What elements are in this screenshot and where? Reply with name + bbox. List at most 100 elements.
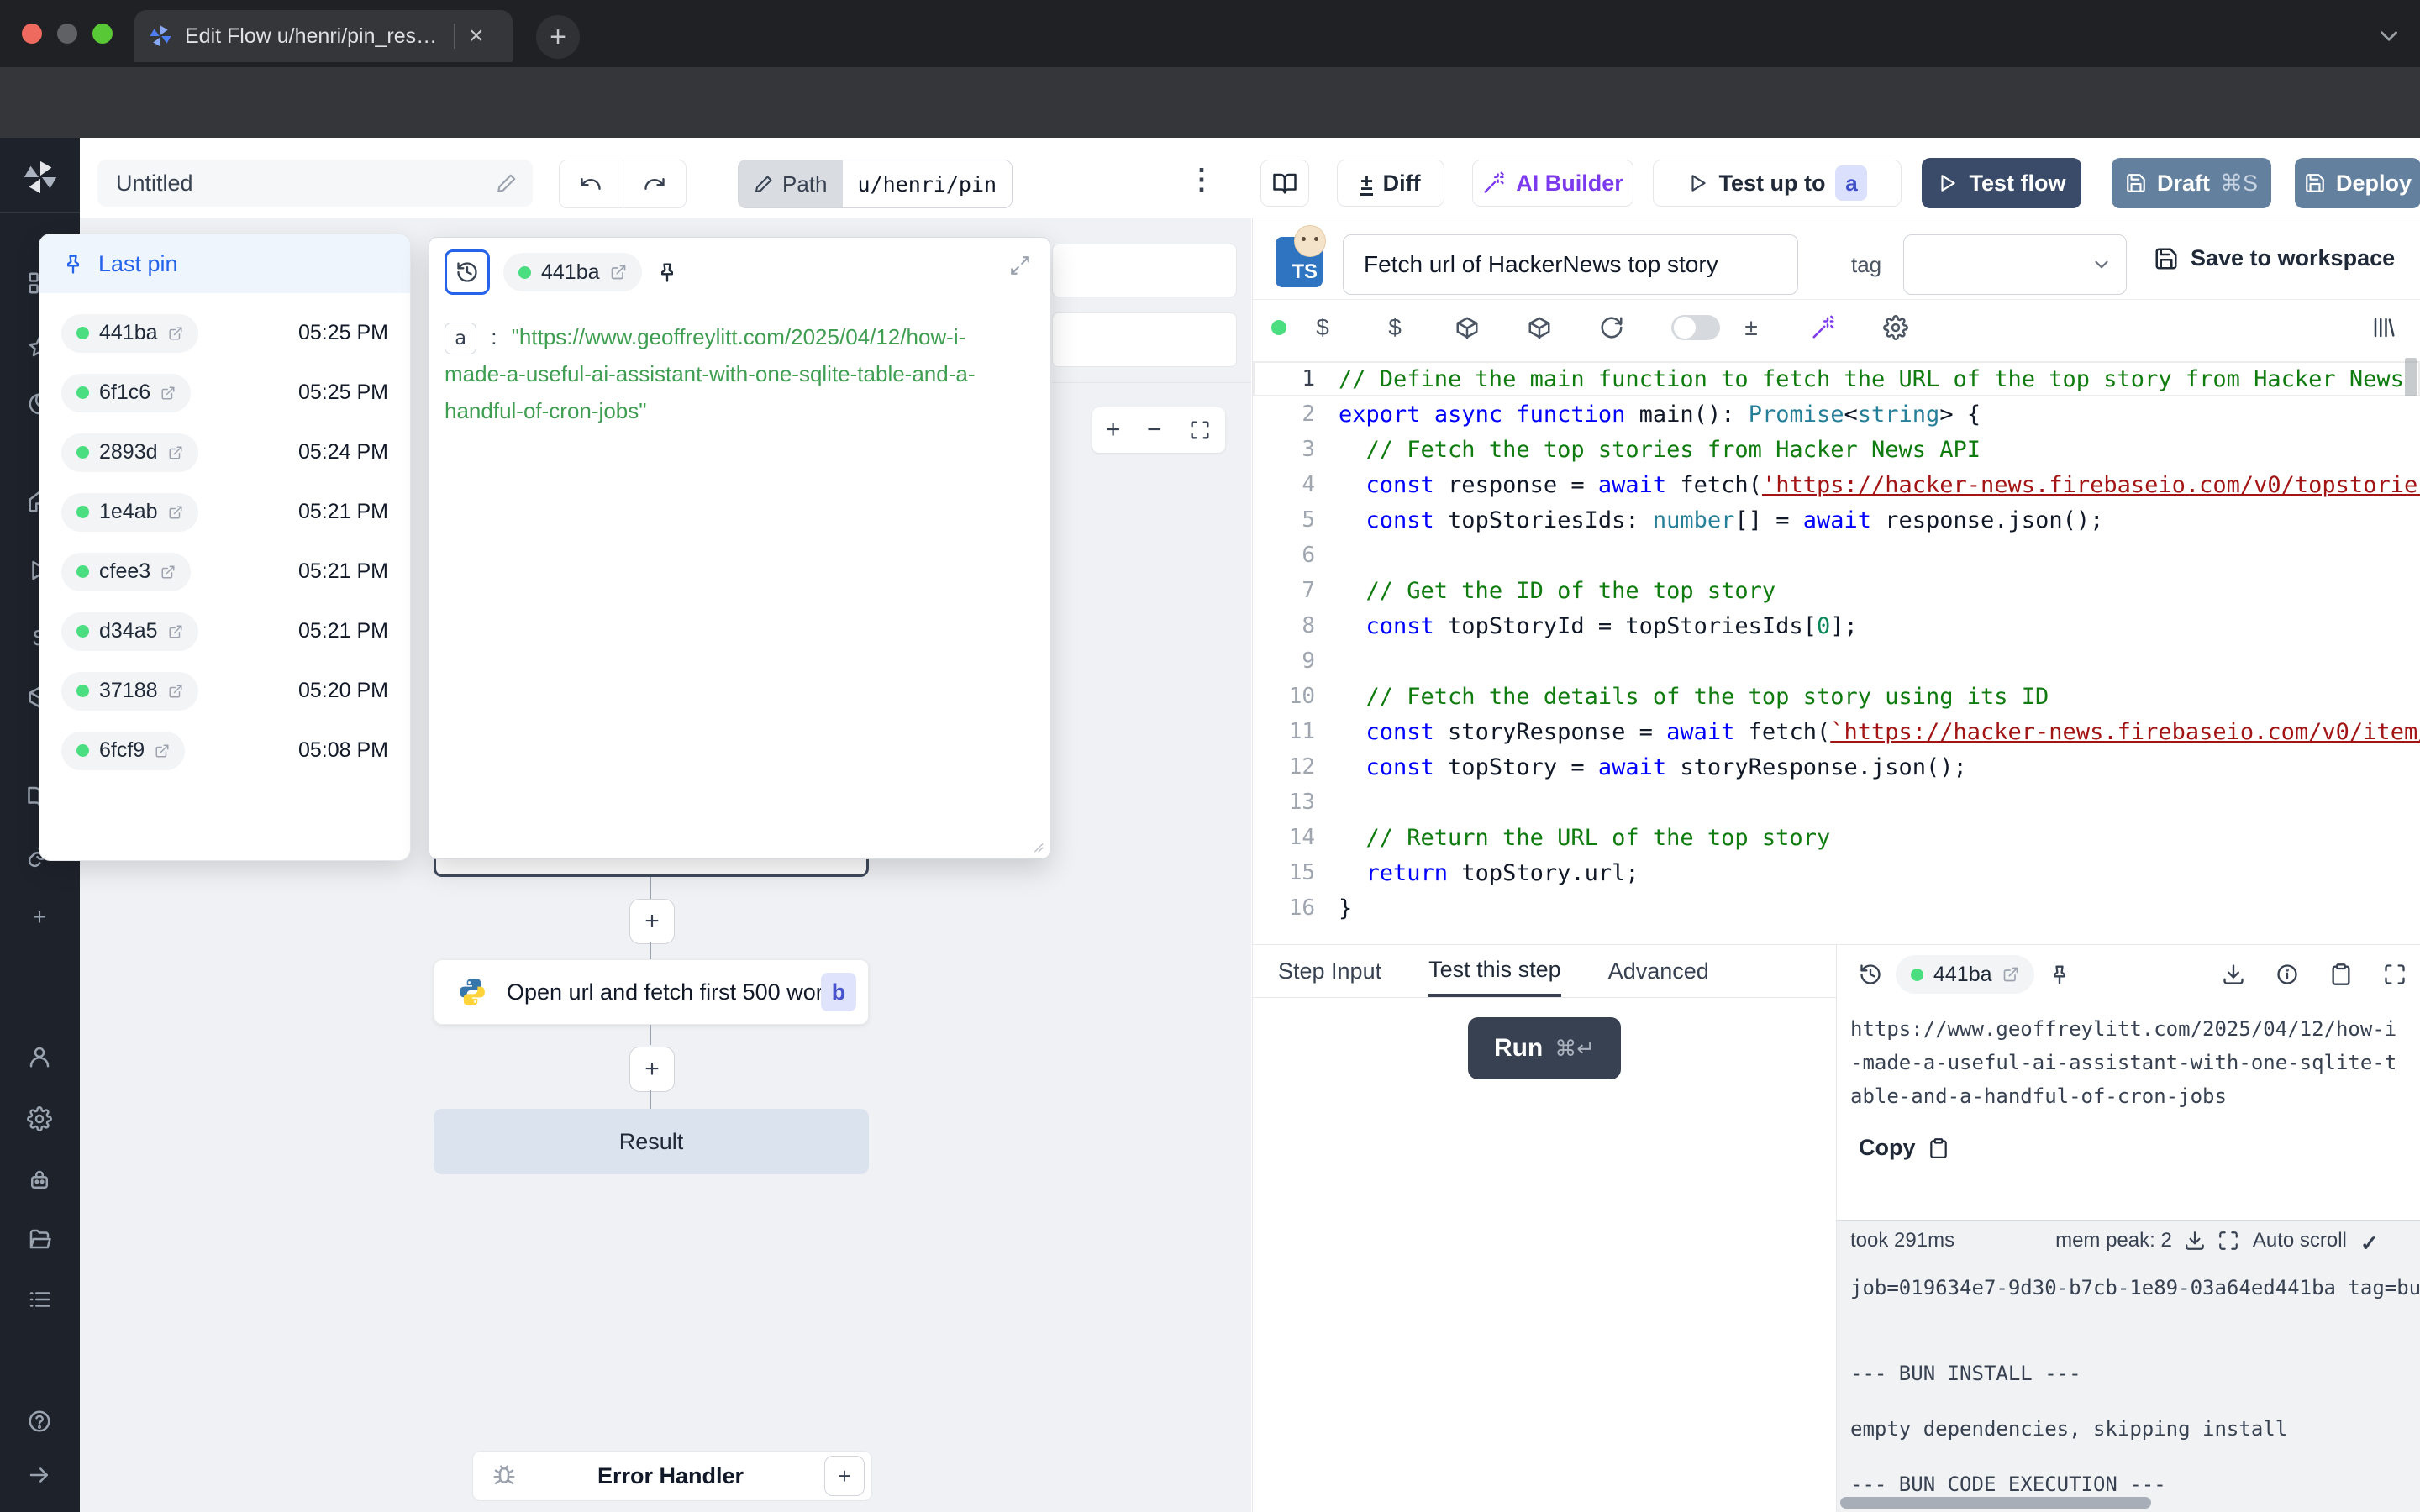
more-options-icon[interactable]: ⋮ [1187, 163, 1216, 197]
code-line[interactable]: 2export async function main(): Promise<s… [1253, 396, 2420, 432]
external-link-icon[interactable] [168, 445, 183, 460]
draft-button[interactable]: Draft ⌘S [2112, 158, 2271, 208]
sidebar-item-folders[interactable] [27, 1226, 52, 1252]
add-error-handler-button[interactable]: + [824, 1456, 865, 1496]
code-line[interactable]: 4 const response = await fetch('https://… [1253, 467, 2420, 502]
run-id-pill[interactable]: 6fcf9 [61, 732, 185, 770]
sidebar-item-audit-list[interactable] [27, 1287, 52, 1312]
resize-grip[interactable] [1029, 838, 1044, 853]
run-id-pill[interactable]: 2893d [61, 433, 198, 472]
editor-scrollbar[interactable] [2405, 358, 2417, 396]
run-id-pill[interactable]: 1e4ab [61, 493, 198, 532]
tag-select[interactable] [1903, 234, 2127, 295]
history-icon[interactable] [1859, 963, 1882, 986]
sidebar-item-user[interactable] [27, 1044, 52, 1069]
add-step-button[interactable]: + [629, 1047, 675, 1092]
traffic-light-minimize[interactable] [57, 24, 77, 44]
external-link-icon[interactable] [160, 564, 176, 580]
sidebar-item-expand-arrow[interactable] [27, 1462, 52, 1488]
step-summary-input[interactable]: Fetch url of HackerNews top story [1343, 234, 1798, 295]
logs-horizontal-scrollbar[interactable] [1840, 1497, 2151, 1509]
run-id-pill[interactable]: cfee3 [61, 553, 191, 591]
expand-logs-icon[interactable] [2217, 1230, 2239, 1252]
last-pin-row[interactable]: 2893d05:24 PM [39, 423, 410, 482]
external-link-icon[interactable] [168, 326, 183, 341]
new-tab-button[interactable]: + [536, 15, 580, 59]
plus-minus-icon[interactable]: ± [1739, 314, 1764, 341]
code-line[interactable]: 1// Define the main function to fetch th… [1253, 361, 2420, 396]
windmill-logo[interactable] [21, 158, 60, 197]
download-logs-icon[interactable] [2184, 1230, 2206, 1252]
tab-close-icon[interactable]: × [469, 24, 484, 49]
code-line[interactable]: 13 [1253, 785, 2420, 820]
external-link-icon[interactable] [168, 684, 183, 699]
panel-divider[interactable] [1252, 218, 1253, 1512]
code-line[interactable]: 5 const topStoriesIds: number[] = await … [1253, 502, 2420, 538]
traffic-light-zoom[interactable] [92, 24, 113, 44]
flow-node-partial[interactable] [1052, 312, 1237, 367]
code-line[interactable]: 11 const storyResponse = await fetch(`ht… [1253, 714, 2420, 749]
expand-popup-icon[interactable] [1009, 255, 1031, 276]
tab-search-chevron-icon[interactable] [2375, 22, 2403, 50]
download-icon[interactable] [2222, 963, 2245, 986]
run-id-pill[interactable]: 441ba [61, 314, 198, 353]
run-id-pill[interactable]: 441ba [1896, 955, 2034, 994]
library-panel-icon[interactable] [2371, 315, 2396, 340]
run-id-pill[interactable]: 441ba [503, 253, 642, 291]
settings-gear-icon[interactable] [1883, 315, 1908, 340]
code-line[interactable]: 9 [1253, 643, 2420, 679]
save-to-workspace-button[interactable]: Save to workspace [2154, 245, 2395, 271]
diff-button[interactable]: ± Diff [1337, 160, 1444, 207]
external-link-icon[interactable] [2002, 966, 2019, 983]
docs-button[interactable] [1260, 160, 1309, 207]
package-icon[interactable] [1527, 315, 1552, 340]
last-pin-row[interactable]: cfee305:21 PM [39, 542, 410, 601]
run-id-pill[interactable]: 37188 [61, 672, 198, 711]
undo-button[interactable] [560, 160, 623, 207]
run-id-pill[interactable]: d34a5 [61, 612, 198, 651]
traffic-light-close[interactable] [22, 24, 42, 44]
last-pin-row[interactable]: 6fcf905:08 PM [39, 721, 410, 780]
sidebar-item-add-plus[interactable]: + [27, 904, 52, 931]
edit-pencil-icon[interactable] [496, 172, 518, 194]
resources-dollar-icon[interactable]: $ [1382, 314, 1407, 341]
code-line[interactable]: 3 // Fetch the top stories from Hacker N… [1253, 432, 2420, 467]
code-line[interactable]: 7 // Get the ID of the top story [1253, 573, 2420, 608]
reload-icon[interactable] [1599, 315, 1624, 340]
code-line[interactable]: 10 // Fetch the details of the top story… [1253, 679, 2420, 714]
test-flow-button[interactable]: Test flow [1922, 158, 2081, 208]
variables-icon[interactable]: $ [1310, 314, 1335, 341]
tab-advanced[interactable]: Advanced [1608, 945, 1709, 997]
error-handler-node[interactable]: Error Handler + [472, 1451, 872, 1501]
fit-view-icon[interactable] [1188, 418, 1212, 442]
check-icon[interactable]: ✓ [2360, 1231, 2381, 1251]
redo-button[interactable] [623, 160, 687, 207]
ai-wand-icon[interactable] [1811, 315, 1836, 340]
history-button[interactable] [445, 249, 490, 295]
test-up-to-button[interactable]: Test up to a [1653, 160, 1902, 207]
add-step-button[interactable]: + [629, 899, 675, 944]
last-pin-row[interactable]: 6f1c605:25 PM [39, 363, 410, 423]
package-icon[interactable] [1455, 315, 1480, 340]
diff-toggle[interactable] [1671, 315, 1720, 340]
code-line[interactable]: 6 [1253, 538, 2420, 573]
last-pin-row[interactable]: 3718805:20 PM [39, 661, 410, 721]
copy-button[interactable]: Copy [1859, 1135, 2420, 1161]
zoom-out-icon[interactable]: − [1147, 416, 1162, 444]
info-icon[interactable] [2275, 963, 2299, 986]
browser-tab[interactable]: Edit Flow u/henri/pin_results × [134, 10, 513, 62]
tab-step-input[interactable]: Step Input [1278, 945, 1381, 997]
external-link-icon[interactable] [168, 624, 183, 639]
last-pin-row[interactable]: d34a505:21 PM [39, 601, 410, 661]
fullscreen-icon[interactable] [2383, 963, 2407, 986]
flow-name-field[interactable]: Untitled [97, 160, 533, 207]
last-pin-row[interactable]: 1e4ab05:21 PM [39, 482, 410, 542]
pin-icon[interactable] [2048, 963, 2071, 986]
code-line[interactable]: 8 const topStoryId = topStoriesIds[0]; [1253, 608, 2420, 643]
sidebar-item-settings-gear[interactable] [27, 1106, 52, 1131]
last-pin-row[interactable]: 441ba05:25 PM [39, 303, 410, 363]
pin-icon[interactable] [655, 260, 679, 284]
tab-test-this-step[interactable]: Test this step [1428, 945, 1561, 997]
code-line[interactable]: 16} [1253, 890, 2420, 926]
sidebar-item-help[interactable] [27, 1409, 52, 1434]
